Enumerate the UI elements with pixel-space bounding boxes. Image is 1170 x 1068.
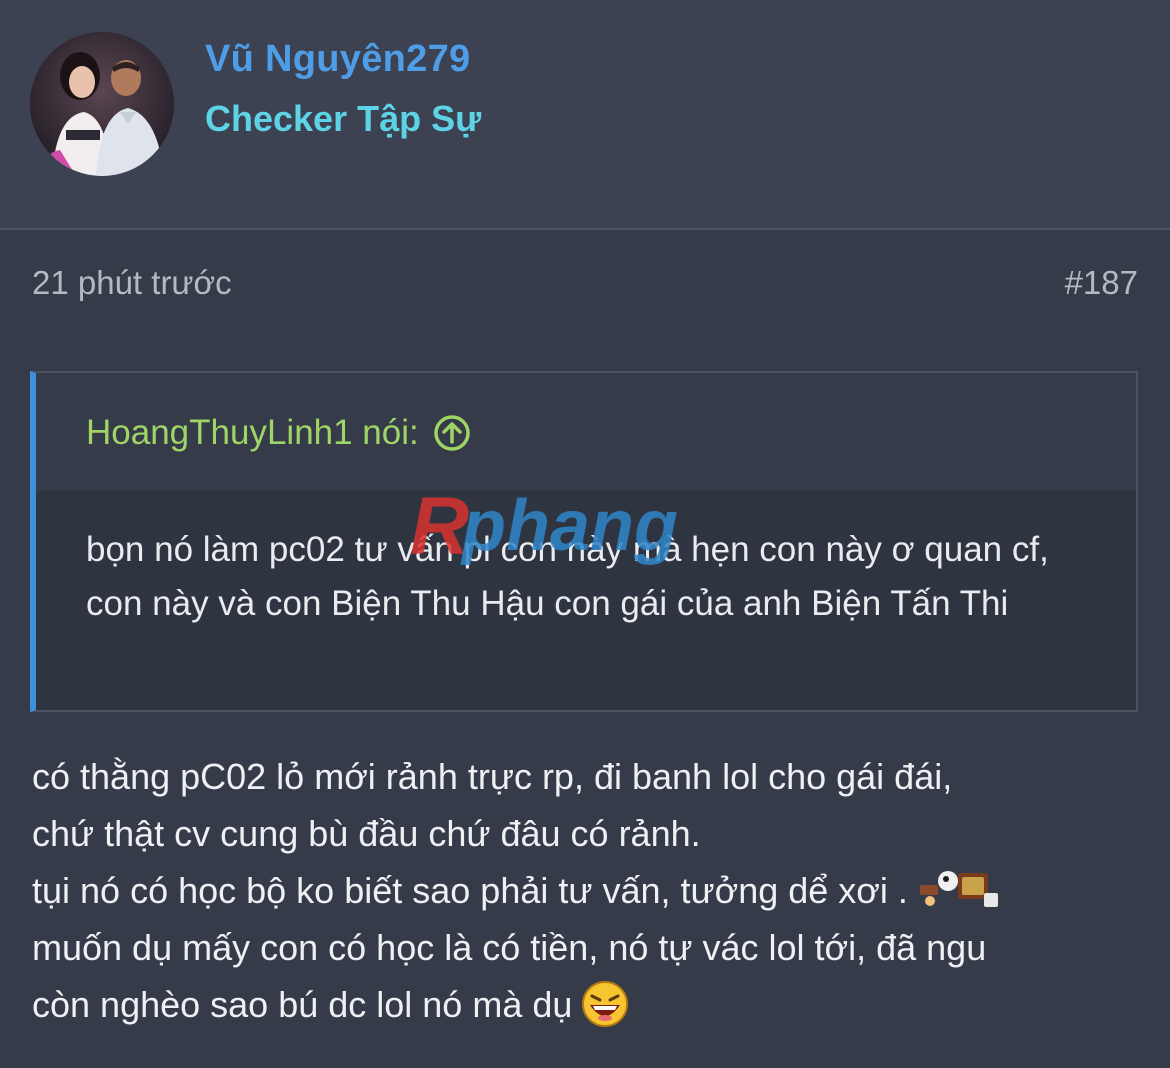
- quote-text: bọn nó làm pc02 tư vấn pl con này mà hẹn…: [86, 530, 1049, 623]
- post-line: chứ thật cv cung bù đầu chứ đâu có rảnh.: [32, 813, 701, 854]
- username[interactable]: Vũ Nguyên279: [205, 38, 470, 81]
- user-title: Checker Tập Sự: [205, 98, 482, 139]
- post-header: Vũ Nguyên279 Checker Tập Sự: [0, 0, 1170, 230]
- post-line: còn nghèo sao bú dc lol nó mà dụ: [32, 976, 1142, 1033]
- coffin-dance-emoji-icon: [919, 871, 998, 907]
- quote-block: HoangThuyLinh1 nói: bọn nó làm pc02 tư v…: [30, 371, 1138, 712]
- laughing-emoji-icon: [582, 981, 629, 1027]
- post-body: có thằng pC02 lỏ mới rảnh trực rp, đi ba…: [32, 748, 1142, 1033]
- post-line-text: tụi nó có học bộ ko biết sao phải tư vấn…: [32, 870, 908, 911]
- post-number[interactable]: #187: [1065, 264, 1138, 302]
- quote-author-label: HoangThuyLinh1 nói:: [86, 413, 419, 452]
- arrow-up-circle-icon[interactable]: [433, 414, 471, 452]
- avatar-photo-icon: [30, 32, 174, 176]
- quote-author-link[interactable]: HoangThuyLinh1 nói:: [86, 413, 471, 453]
- post-line: tụi nó có học bộ ko biết sao phải tư vấn…: [32, 862, 1142, 919]
- user-avatar[interactable]: [30, 32, 174, 176]
- quote-header: HoangThuyLinh1 nói:: [36, 373, 1136, 491]
- post-line: có thằng pC02 lỏ mới rảnh trực rp, đi ba…: [32, 756, 953, 797]
- post-line-text: còn nghèo sao bú dc lol nó mà dụ: [32, 984, 573, 1025]
- post-timestamp[interactable]: 21 phút trước: [32, 264, 232, 302]
- post-line: muốn dụ mấy con có học là có tiền, nó tự…: [32, 927, 987, 968]
